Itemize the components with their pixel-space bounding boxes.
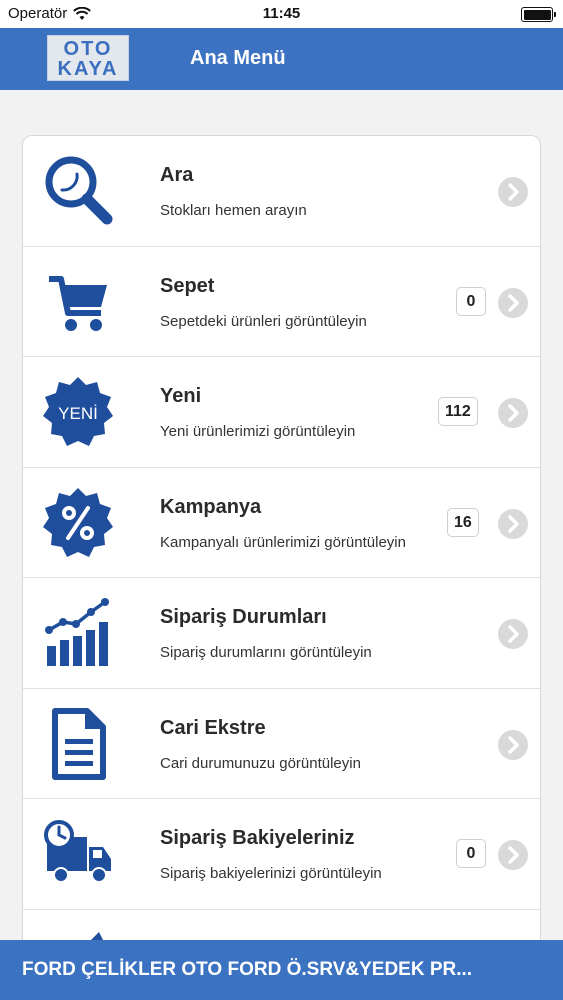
page-title: Ana Menü	[190, 47, 286, 69]
menu-item-subtitle: Stokları hemen arayın	[160, 202, 307, 219]
document-icon	[52, 707, 106, 780]
menu-item-title: Sipariş Bakiyeleriniz	[160, 827, 355, 849]
chevron-right-icon[interactable]	[498, 619, 528, 649]
menu-item-subtitle: Sipariş bakiyelerinizi görüntüleyin	[160, 865, 382, 882]
menu-item-subtitle: Kampanyalı ürünlerimizi görüntüleyin	[160, 533, 406, 551]
menu-item-subtitle: Yeni ürünlerimizi görüntüleyin	[160, 423, 356, 440]
delivery-truck-icon	[44, 820, 111, 883]
app-logo: OTO KAYA	[47, 35, 129, 81]
logo-line-2: KAYA	[57, 58, 119, 80]
menu-item-title: Cari Ekstre	[160, 716, 266, 739]
logo-line-1: OTO	[63, 38, 113, 60]
svg-text:YENİ: YENİ	[58, 404, 98, 423]
battery-icon	[521, 7, 556, 22]
menu-item-title: Sepet	[160, 274, 215, 297]
chevron-right-icon[interactable]	[498, 287, 528, 318]
menu-item-kampanya[interactable]: Kampanya Kampanyalı ürünlerimizi görüntü…	[23, 468, 540, 578]
count-badge: 0	[456, 839, 486, 868]
menu-item-title: Yeni	[160, 385, 202, 407]
menu-list: Ara Stokları hemen arayın Sepet Sepetdek…	[22, 135, 541, 955]
status-bar: Operatör 11:45	[0, 0, 563, 28]
nav-bar: OTO KAYA Ana Menü	[0, 28, 563, 90]
chevron-right-icon[interactable]	[498, 398, 528, 428]
bar-chart-icon	[45, 598, 109, 666]
percent-badge-icon	[43, 487, 113, 557]
menu-item-title: Kampanya	[160, 495, 262, 518]
footer-company-bar[interactable]: FORD ÇELİKLER OTO FORD Ö.SRV&YEDEK PR...	[0, 940, 563, 1000]
count-badge: 16	[447, 507, 479, 537]
menu-item-subtitle: Cari durumunuzu görüntüleyin	[160, 754, 361, 772]
menu-item-yeni[interactable]: YENİ Yeni Yeni ürünlerimizi görüntüleyin…	[23, 357, 540, 468]
chevron-right-icon[interactable]	[498, 840, 528, 870]
menu-item-subtitle: Sipariş durumlarını görüntüleyin	[160, 644, 372, 661]
menu-item-siparis-bakiyeleriniz[interactable]: Sipariş Bakiyeleriniz Sipariş bakiyeleri…	[23, 799, 540, 910]
menu-item-ara[interactable]: Ara Stokları hemen arayın	[23, 136, 540, 247]
menu-item-sepet[interactable]: Sepet Sepetdeki ürünleri görüntüleyin 0	[23, 247, 540, 357]
menu-item-subtitle: Sepetdeki ürünleri görüntüleyin	[160, 312, 367, 330]
menu-item-title: Sipariş Durumları	[160, 606, 327, 628]
menu-item-title: Ara	[160, 164, 194, 186]
chevron-right-icon[interactable]	[498, 729, 528, 760]
new-badge-icon: YENİ	[43, 377, 113, 446]
count-badge: 112	[438, 397, 478, 426]
chevron-right-icon[interactable]	[498, 177, 528, 207]
menu-item-cari-ekstre[interactable]: Cari Ekstre Cari durumunuzu görüntüleyin	[23, 689, 540, 799]
search-icon	[45, 156, 113, 225]
status-time: 11:45	[262, 5, 301, 22]
cart-icon	[49, 275, 107, 331]
menu-item-siparis-durumlari[interactable]: Sipariş Durumları Sipariş durumlarını gö…	[23, 578, 540, 689]
count-badge: 0	[456, 286, 486, 316]
chevron-right-icon[interactable]	[498, 508, 528, 539]
